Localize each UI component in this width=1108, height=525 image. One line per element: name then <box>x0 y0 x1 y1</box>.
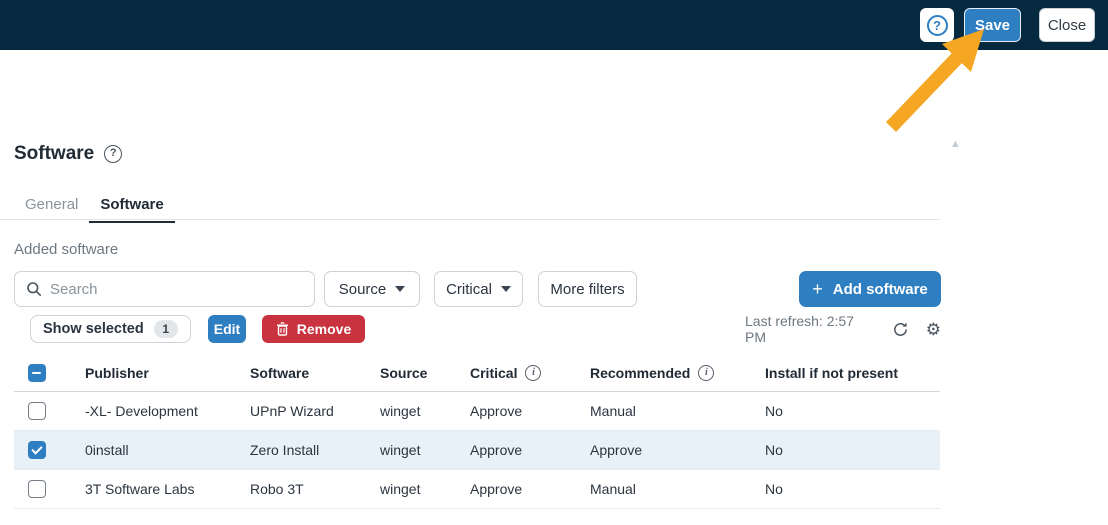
info-icon[interactable]: i <box>698 365 714 381</box>
cell-recommended: Approve <box>575 442 750 458</box>
more-filters-button[interactable]: More filters <box>538 271 637 307</box>
tab-divider <box>0 219 940 220</box>
cell-software: Robo 3T <box>235 481 365 497</box>
cell-source: winget <box>365 442 455 458</box>
cell-critical: Approve <box>455 481 575 497</box>
cell-recommended: Manual <box>575 481 750 497</box>
table-settings-button[interactable]: ⚙ <box>926 321 941 338</box>
cell-source: winget <box>365 481 455 497</box>
show-selected-button[interactable]: Show selected 1 <box>30 315 191 343</box>
source-filter-dropdown[interactable]: Source <box>324 271 420 307</box>
title-help-icon[interactable]: ? <box>104 145 122 163</box>
table-header-row: Publisher Software Source Critical i Rec… <box>14 354 940 392</box>
save-button[interactable]: Save <box>964 8 1021 42</box>
edit-button[interactable]: Edit <box>208 315 246 343</box>
cell-install: No <box>750 481 940 497</box>
gear-icon: ⚙ <box>926 321 941 338</box>
refresh-area: Last refresh: 2:57 PM ⚙ <box>745 315 941 343</box>
help-button[interactable]: ? <box>920 8 954 42</box>
scroll-up-icon[interactable]: ▲ <box>950 138 961 150</box>
selected-count-badge: 1 <box>154 320 178 338</box>
page-title-row: Software ? <box>14 143 122 165</box>
remove-label: Remove <box>297 321 351 337</box>
cell-publisher: -XL- Development <box>70 403 235 419</box>
col-source: Source <box>365 365 455 381</box>
table-row[interactable]: 3T Software Labs Robo 3T winget Approve … <box>14 470 940 509</box>
add-software-button[interactable]: + Add software <box>799 271 941 307</box>
refresh-button[interactable] <box>892 321 909 338</box>
critical-filter-label: Critical <box>446 281 492 298</box>
software-table: Publisher Software Source Critical i Rec… <box>14 354 940 509</box>
trash-icon <box>276 322 289 336</box>
top-action-bar: ? Save Close <box>0 0 1108 50</box>
cell-publisher: 3T Software Labs <box>70 481 235 497</box>
col-critical-label: Critical <box>470 365 517 381</box>
close-button[interactable]: Close <box>1039 8 1095 42</box>
cell-software: Zero Install <box>235 442 365 458</box>
show-selected-label: Show selected <box>43 321 144 337</box>
row-checkbox[interactable] <box>28 402 46 420</box>
cell-install: No <box>750 442 940 458</box>
critical-filter-dropdown[interactable]: Critical <box>434 271 523 307</box>
select-all-checkbox[interactable] <box>28 364 46 382</box>
row-checkbox[interactable] <box>28 480 46 498</box>
info-icon[interactable]: i <box>525 365 541 381</box>
chevron-down-icon <box>395 286 405 292</box>
table-row[interactable]: -XL- Development UPnP Wizard winget Appr… <box>14 392 940 431</box>
section-label: Added software <box>14 241 118 258</box>
cell-source: winget <box>365 403 455 419</box>
search-input[interactable] <box>50 281 290 298</box>
page-title: Software <box>14 143 94 165</box>
search-icon <box>26 281 42 297</box>
col-software: Software <box>235 365 365 381</box>
col-recommended-label: Recommended <box>590 365 690 381</box>
remove-button[interactable]: Remove <box>262 315 365 343</box>
last-refresh-text: Last refresh: 2:57 PM <box>745 313 875 345</box>
col-publisher: Publisher <box>70 365 235 381</box>
add-software-label: Add software <box>833 281 928 298</box>
search-box[interactable] <box>14 271 315 307</box>
source-filter-label: Source <box>339 281 387 298</box>
col-critical: Critical i <box>455 365 575 381</box>
col-install-if-not-present: Install if not present <box>750 365 940 381</box>
cell-critical: Approve <box>455 403 575 419</box>
cell-critical: Approve <box>455 442 575 458</box>
help-icon: ? <box>927 15 948 36</box>
chevron-down-icon <box>501 286 511 292</box>
table-row-selected[interactable]: 0install Zero Install winget Approve App… <box>14 431 940 470</box>
refresh-icon <box>892 321 909 338</box>
cell-software: UPnP Wizard <box>235 403 365 419</box>
cell-recommended: Manual <box>575 403 750 419</box>
cell-install: No <box>750 403 940 419</box>
row-checkbox[interactable] <box>28 441 46 459</box>
cell-publisher: 0install <box>70 442 235 458</box>
plus-icon: + <box>812 279 823 300</box>
col-recommended: Recommended i <box>575 365 750 381</box>
